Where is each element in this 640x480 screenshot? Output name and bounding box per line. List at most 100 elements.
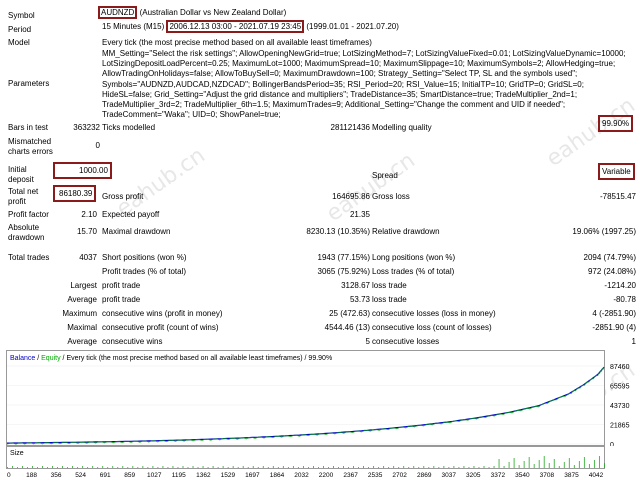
size-bar xyxy=(37,467,38,468)
size-bar xyxy=(22,466,23,468)
max-cons-wins-value: 25 (472.63) xyxy=(329,309,370,318)
x-tick-label: 2535 xyxy=(368,472,383,479)
size-bar xyxy=(448,467,450,468)
size-bar xyxy=(343,466,344,468)
size-bar xyxy=(533,464,535,468)
size-bar xyxy=(187,467,189,468)
size-bar xyxy=(598,456,600,468)
parameters-value: MM_Setting="Select the risk settings"; A… xyxy=(102,49,626,120)
size-bar xyxy=(563,462,565,468)
size-bar xyxy=(323,466,324,468)
maximal-drawdown-value: 8230.13 (10.35%) xyxy=(306,227,370,236)
legend-balance: Balance xyxy=(10,355,35,362)
spread-label: Spread xyxy=(372,171,398,180)
size-bar xyxy=(413,466,415,468)
size-bar xyxy=(107,467,109,468)
size-bar xyxy=(313,466,314,468)
average-cons-label: Average xyxy=(67,337,97,346)
size-bar xyxy=(593,460,595,468)
x-tick-label: 3875 xyxy=(564,472,579,479)
size-bar xyxy=(62,466,63,468)
size-label: Size xyxy=(10,450,24,457)
profit-factor-label: Profit factor xyxy=(8,210,49,219)
x-tick-label: 3037 xyxy=(442,472,457,479)
size-bar xyxy=(538,460,540,468)
initial-deposit-label: Initial deposit xyxy=(8,165,34,184)
size-bar xyxy=(398,467,400,468)
size-bar xyxy=(463,466,465,468)
size-bar xyxy=(277,467,279,468)
size-bar xyxy=(197,467,199,468)
size-bar xyxy=(478,467,480,468)
total-net-profit-value: 86180.39 xyxy=(53,185,97,202)
x-tick-label: 3708 xyxy=(540,472,555,479)
size-bar xyxy=(348,467,349,468)
size-bar xyxy=(97,467,99,468)
maximal-cons-profit-label: consecutive profit (count of wins) xyxy=(102,323,219,332)
average-profit-value: 53.73 xyxy=(349,295,370,304)
size-bar xyxy=(393,466,395,468)
size-bar xyxy=(458,467,460,468)
size-bar xyxy=(503,466,505,468)
size-bar xyxy=(523,461,525,468)
symbol-row: AUDNZD (Australian Dollar vs New Zealand… xyxy=(98,6,287,19)
period-timeframe: 15 Minutes (M15) xyxy=(102,22,165,31)
size-frame xyxy=(6,446,605,469)
size-bar xyxy=(117,467,119,468)
size-bar xyxy=(257,467,259,468)
x-tick-label: 2200 xyxy=(319,472,334,479)
size-bar xyxy=(318,467,319,468)
spread-value: Variable xyxy=(598,163,635,180)
size-bar xyxy=(212,466,214,468)
x-tick-label: 3205 xyxy=(466,472,481,479)
size-bar xyxy=(227,467,229,468)
profit-trades-label: Profit trades (% of total) xyxy=(102,267,187,276)
x-tick-label: 2702 xyxy=(392,472,407,479)
modelling-quality-badge: 99.90% xyxy=(598,115,634,132)
size-bar xyxy=(57,467,58,468)
largest-loss-label: loss trade xyxy=(372,281,407,290)
gross-profit-value: 164695.86 xyxy=(332,192,370,201)
max-cons-losses-value: 4 (-2851.90) xyxy=(592,309,636,318)
maximum-label: Maximum xyxy=(62,309,97,318)
average-label: Average xyxy=(67,295,97,304)
period-history: (1999.01.01 - 2021.07.20) xyxy=(306,22,399,31)
size-bar xyxy=(42,466,43,468)
size-bar xyxy=(302,466,304,468)
x-tick-label: 3372 xyxy=(491,472,506,479)
size-bar xyxy=(192,466,194,468)
size-bar xyxy=(147,467,149,468)
size-bar xyxy=(588,464,590,468)
size-bar xyxy=(7,467,8,468)
symbol-name: (Australian Dollar vs New Zealand Dollar… xyxy=(139,8,287,17)
modelling-quality-label: Modelling quality xyxy=(372,123,432,132)
size-bar xyxy=(132,466,134,468)
bars-in-test-value: 363232 xyxy=(73,123,100,132)
mismatched-label: Mismatched charts errors xyxy=(8,137,53,156)
size-bar xyxy=(182,466,184,468)
long-positions-label: Long positions (won %) xyxy=(372,253,456,262)
avg-cons-wins-label: consecutive wins xyxy=(102,337,163,346)
size-bar xyxy=(378,467,380,468)
expected-payoff-label: Expected payoff xyxy=(102,210,160,219)
size-bar xyxy=(287,467,289,468)
short-positions-label: Short positions (won %) xyxy=(102,253,187,262)
model-value: Every tick (the most precise method base… xyxy=(102,38,372,47)
size-bar xyxy=(513,458,515,468)
avg-cons-losses-label: consecutive losses xyxy=(372,337,440,346)
size-bar xyxy=(483,466,485,468)
size-bar xyxy=(543,456,545,468)
size-bar xyxy=(558,466,560,468)
largest-loss-value: -1214.20 xyxy=(604,281,636,290)
size-bar xyxy=(498,459,500,468)
x-tick-label: 2869 xyxy=(417,472,432,479)
x-tick-label: 0 xyxy=(7,472,11,479)
size-bar xyxy=(177,467,179,468)
mismatched-value: 0 xyxy=(95,141,100,150)
size-bar xyxy=(423,466,425,468)
period-range: 2006.12.13 03:00 - 2021.07.19 23:45 xyxy=(166,20,305,33)
size-bar xyxy=(87,467,89,468)
largest-profit-value: 3128.67 xyxy=(341,281,370,290)
loss-trades-value: 972 (24.08%) xyxy=(587,267,636,276)
x-tick-label: 2367 xyxy=(343,472,358,479)
